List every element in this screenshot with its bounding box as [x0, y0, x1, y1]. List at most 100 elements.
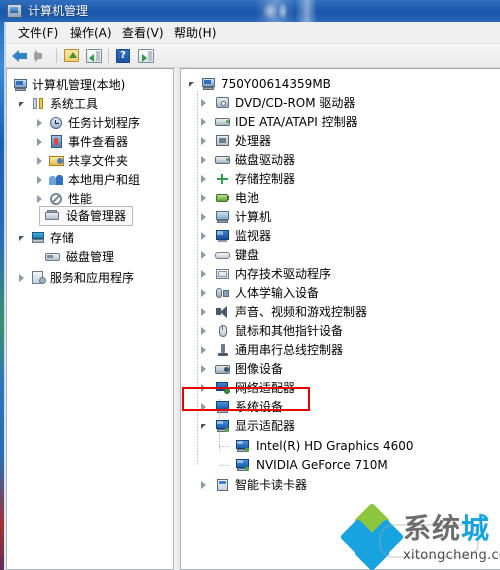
smart-card-reader-icon: [215, 478, 230, 492]
computer-management-icon: [7, 4, 22, 18]
tree-item-label: 图像设备: [235, 362, 284, 376]
title-bar[interactable]: 计算机管理: [0, 0, 500, 22]
folder-up-icon: [64, 49, 79, 62]
tree-item-label: 事件查看器: [68, 135, 129, 149]
chevron-right-icon[interactable]: [201, 156, 206, 164]
toolbar-separator-2: [108, 49, 109, 63]
chevron-right-icon[interactable]: [37, 157, 42, 165]
tree-item-label: 鼠标和其他指针设备: [235, 324, 344, 338]
services-applications-icon: [31, 271, 46, 285]
mouse-pointing-device-icon: [215, 324, 230, 338]
tree-item-label: IDE ATA/ATAPI 控制器: [235, 115, 358, 129]
tree-item-label: 显示适配器: [235, 419, 296, 433]
storage-icon: [31, 231, 46, 245]
chevron-right-icon[interactable]: [201, 118, 206, 126]
chevron-right-icon[interactable]: [201, 289, 206, 297]
tree-item-label: 存储控制器: [235, 172, 296, 186]
tree-item-label: 存储: [50, 231, 75, 245]
device-tree-pane[interactable]: 750Y00614359MB DVD/CD-ROM 驱动器 IDE ATA/AT…: [180, 68, 500, 570]
show-hide-console-tree-button[interactable]: [86, 48, 102, 64]
chevron-down-icon[interactable]: [189, 82, 194, 87]
device-manager-icon: [45, 209, 60, 223]
chevron-right-icon[interactable]: [201, 365, 206, 373]
imaging-device-icon: [215, 362, 230, 376]
chevron-right-icon[interactable]: [201, 99, 206, 107]
watermark-domain: xitongcheng.com: [403, 548, 500, 563]
chevron-right-icon[interactable]: [201, 308, 206, 316]
human-interface-device-icon: [215, 286, 230, 300]
console-tree-icon: [86, 49, 102, 63]
computer-root-icon: [201, 77, 216, 91]
watermark-brand-cn-right: 城: [461, 512, 491, 545]
chevron-right-icon[interactable]: [37, 176, 42, 184]
chevron-right-icon[interactable]: [201, 175, 206, 183]
disk-management-icon: [45, 250, 60, 264]
usb-controller-icon: [215, 343, 230, 357]
tree-item-label: NVIDIA GeForce 710M: [256, 458, 388, 472]
chevron-right-icon[interactable]: [201, 137, 206, 145]
chevron-right-icon[interactable]: [37, 119, 42, 127]
chevron-down-icon[interactable]: [19, 236, 24, 241]
chevron-right-icon[interactable]: [201, 481, 206, 489]
tree-item-label: 智能卡读卡器: [235, 478, 308, 492]
chevron-right-icon[interactable]: [37, 195, 42, 203]
tree-item-label: 处理器: [235, 134, 272, 148]
ide-controller-icon: [215, 115, 230, 129]
chevron-down-icon[interactable]: [19, 102, 24, 107]
window-title: 计算机管理: [28, 4, 89, 18]
chevron-right-icon[interactable]: [201, 194, 206, 202]
chevron-right-icon[interactable]: [201, 213, 206, 221]
chevron-right-icon[interactable]: [201, 327, 206, 335]
tree-item-label: 人体学输入设备: [235, 286, 320, 300]
chevron-right-icon[interactable]: [201, 270, 206, 278]
storage-controller-icon: [215, 172, 230, 186]
annotation-rectangle: [182, 387, 310, 411]
display-adapter-icon: [215, 419, 230, 433]
tree-item-label: 共享文件夹: [68, 154, 129, 168]
chevron-down-icon[interactable]: [201, 424, 206, 429]
menu-file[interactable]: 文件(F): [14, 25, 62, 41]
back-button[interactable]: [12, 48, 28, 64]
display-adapter-child-icon: [235, 458, 250, 472]
up-one-level-button[interactable]: [64, 48, 80, 64]
performance-icon: [49, 192, 64, 206]
toolbar: ?: [6, 44, 500, 68]
tree-guide-horizontal: [219, 465, 229, 466]
display-adapter-child-icon: [235, 439, 250, 453]
monitor-icon: [215, 229, 230, 243]
watermark-brand-cn: 系统城: [403, 514, 490, 544]
menu-bar: 文件(F) 操作(A) 查看(V) 帮助(H): [6, 22, 500, 44]
computer-management-root-icon: [13, 78, 28, 92]
tree-item-label: 通用串行总线控制器: [235, 343, 344, 357]
console-tree-pane[interactable]: 计算机管理(本地) 系统工具 任务计划程序 事件查看器 共享文件夹 本地用户和组…: [6, 68, 174, 570]
titlebar-gloss-1: [255, 0, 295, 22]
action-pane-icon: [138, 49, 154, 63]
tree-item-label: 计算机: [235, 210, 272, 224]
forward-button[interactable]: [34, 48, 50, 64]
disk-drive-icon: [215, 153, 230, 167]
sound-video-game-icon: [215, 305, 230, 319]
toolbar-separator-1: [56, 49, 57, 63]
computer-icon: [215, 210, 230, 224]
dvd-cdrom-icon: [215, 96, 230, 110]
menu-action[interactable]: 操作(A): [66, 25, 116, 41]
chevron-right-icon[interactable]: [201, 346, 206, 354]
menu-help[interactable]: 帮助(H): [170, 25, 220, 41]
tree-item-label: 任务计划程序: [68, 116, 141, 130]
titlebar-gloss-2: [295, 0, 317, 22]
help-button[interactable]: ?: [116, 48, 132, 64]
tree-item-label: Intel(R) HD Graphics 4600: [256, 439, 414, 453]
local-users-groups-icon: [49, 173, 64, 187]
tree-item-label: 键盘: [235, 248, 260, 262]
chevron-right-icon[interactable]: [201, 232, 206, 240]
memory-technology-driver-icon: [215, 267, 230, 281]
system-tools-icon: [31, 97, 46, 111]
tree-item-label: 服务和应用程序: [50, 271, 135, 285]
menu-view[interactable]: 查看(V): [118, 25, 168, 41]
event-viewer-icon: [49, 135, 64, 149]
chevron-right-icon[interactable]: [19, 274, 24, 282]
chevron-right-icon[interactable]: [37, 138, 42, 146]
chevron-right-icon[interactable]: [201, 251, 206, 259]
tree-item-label: 计算机管理(本地): [32, 78, 126, 92]
show-hide-action-pane-button[interactable]: [138, 48, 154, 64]
